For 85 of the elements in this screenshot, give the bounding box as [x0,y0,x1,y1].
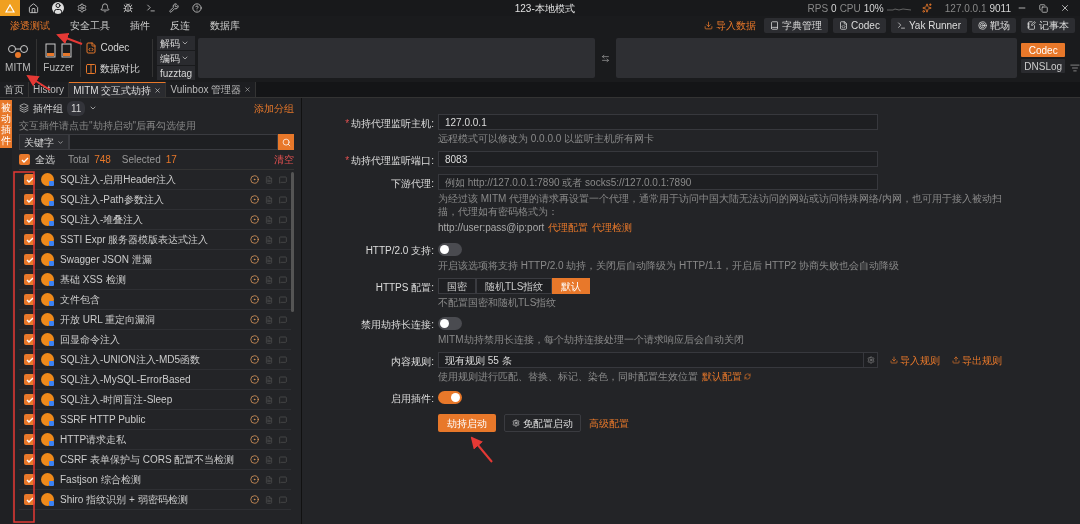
field-hint: 开启该选项将支持 HTTP/2.0 劫持，关闭后自动降级为 HTTP/1.1，开启后 HTTP2 协商失败也会自动降级 [438,260,900,271]
rps-value: 0 [831,1,837,16]
segment-option[interactable]: 随机TLS指纹 [476,278,553,294]
ribbon-tab[interactable]: 数据库 [200,17,250,33]
toolbar-button[interactable]: 靶场 [972,17,1016,33]
plugin-name: SQL注入-堆叠注入 [60,213,145,227]
plugin-hint: 交互插件请点击"劫持启动"后再勾选使用 [19,119,198,132]
encode-dropdown[interactable]: 编码 [156,51,196,65]
start-without-config-button[interactable]: 免配置启动 [504,414,581,432]
field-hint: 不配置国密和随机TLS指纹 [438,297,557,308]
field-label: 下游代理: [391,177,434,191]
field-label: 禁用劫持长连接: [361,318,434,332]
ribbon-tab[interactable]: 渗透测试 [0,17,60,33]
segment-option[interactable]: 国密 [438,278,476,294]
total-label: Total [68,153,90,167]
text-input[interactable]: 例如 http://127.0.0.1:7890 或者 socks5://127.0.0.1:7890 [438,174,878,190]
compare-tool-button[interactable]: 数据对比 [85,61,149,76]
toolbar-button[interactable]: 记事本 [1021,17,1075,33]
toolbar-button[interactable]: Codec [833,17,886,33]
plugin-name: SQL注入-MySQL-ErrorBased [60,373,192,387]
field-label: HTTP/2.0 支持: [365,244,434,258]
text-input[interactable]: 8083 [438,151,878,167]
cpu-label: CPU [839,1,861,16]
plugin-name: 基础 XSS 检测 [60,273,127,287]
field-label: 启用插件: [391,392,434,406]
decode-dropdown[interactable]: 解码 [156,36,196,50]
import-data-link[interactable]: 导入数据 [704,17,756,33]
codec-tool-button[interactable]: Codec [85,40,149,55]
cpu-value: 10% [863,1,884,16]
plugin-name: 开放 URL 重定向漏洞 [60,313,157,327]
mitm-tool-button[interactable]: MITM [0,41,36,75]
plugin-name: Shiro 指纹识别 + 弱密码检测 [60,493,189,507]
plugin-name: 文件包含 [60,293,101,307]
selected-count: 17 [165,153,177,167]
plugin-name: SQL注入-Path参数注入 [60,193,165,207]
page-tab[interactable]: 首页 [0,82,29,97]
fuzzer-tool-button[interactable]: Fuzzer [36,41,81,75]
default-config-link[interactable]: 默认配置 [702,370,751,383]
page-tab[interactable]: MITM 交互式劫持 [69,82,167,97]
total-count: 748 [94,153,111,167]
page-tab[interactable]: Vulinbox 管理器 [166,82,257,97]
selected-label: Selected [121,153,161,167]
window-title: 123-本地模式 [514,1,575,16]
ribbon-tab[interactable]: 插件 [120,17,160,33]
group-count: 11 [67,100,86,116]
text-input[interactable]: 127.0.0.1 [438,114,878,130]
plugin-name: HTTP请求走私 [60,433,128,447]
field-label: HTTPS 配置: [375,281,434,295]
plugin-name: SSRF HTTP Public [60,413,147,427]
toolbar-button[interactable]: Yak Runner [890,17,967,33]
engine-port: 9011 [989,1,1011,16]
plugin-name: Fastjson 综合检测 [60,473,142,487]
proxy-format-example: http://user:pass@ip:port [438,221,545,235]
advanced-config-link[interactable]: 高级配置 [589,415,629,431]
required-mark: * [345,117,350,131]
field-hint: 使用规则进行匹配、替换、标记、染色，同时配置生效位置 [438,371,698,382]
plugin-name: SQL注入-启用Header注入 [60,173,178,187]
plugin-name: SQL注入-时间盲注-Sleep [60,393,174,407]
ribbon-tab[interactable]: 安全工具 [60,17,120,33]
plugin-name: SSTI Expr 服务器模版表达式注入 [60,233,210,247]
field-label: 劫持代理监听主机: [351,117,434,131]
field-label: 内容规则: [391,355,434,369]
engine-host: 127.0.0.1 [944,1,987,16]
plugin-group-label: 插件组 [33,101,63,116]
plugin-name: CSRF 表单保护与 CORS 配置不当检测 [60,453,236,467]
toolbar-button[interactable]: 字典管理 [764,17,828,33]
plugin-name: SQL注入-UNION注入-MD5函数 [60,353,201,367]
clear-link[interactable]: 清空 [274,152,294,167]
export-rules-link[interactable]: 导出规则 [952,352,1002,368]
rps-label: RPS [807,1,829,16]
keyword-select[interactable]: 关键字 [19,134,69,150]
plugin-name: 回显命令注入 [60,333,121,347]
field-hint: 远程模式可以修改为 0.0.0.0 以监听主机所有网卡 [438,133,655,144]
import-rules-link[interactable]: 导入规则 [890,352,940,368]
page-tab[interactable]: History [29,82,70,97]
fuzztag-button[interactable]: fuzztag [156,66,196,80]
ribbon-tab[interactable]: 反连 [160,17,200,33]
plugin-name: Swagger JSON 泄漏 [60,253,153,267]
proxy-link[interactable]: 代理检测 [592,220,633,235]
proxy-link[interactable]: 代理配置 [548,220,589,235]
required-mark: * [345,154,350,168]
field-label: 劫持代理监听端口: [351,154,434,168]
select-all-label: 全选 [35,153,55,167]
add-group-link[interactable]: 添加分组 [254,100,294,116]
side-tool-button[interactable]: DNSLog [1021,59,1066,73]
